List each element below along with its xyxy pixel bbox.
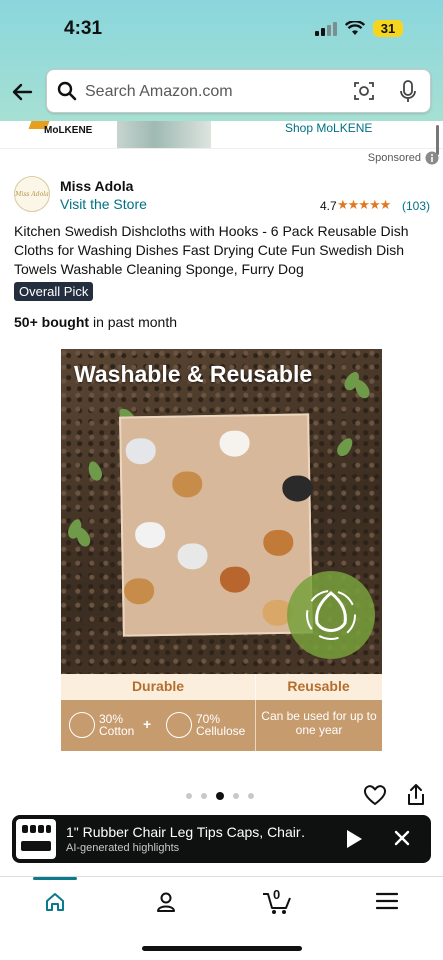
feature-bar: Durable Reusable 30% Cotton + 70% Cellul… (61, 674, 382, 751)
player-thumbnail (16, 819, 56, 859)
status-time: 4:31 (64, 18, 103, 39)
bought-count: 50+ bought in past month (14, 314, 177, 330)
info-icon[interactable] (425, 151, 439, 165)
rating-count-link[interactable]: (103) (402, 199, 430, 213)
dishcloth-illustration (119, 413, 313, 637)
product-title[interactable]: Kitchen Swedish Dishcloths with Hooks - … (14, 222, 414, 279)
dog-illustration (177, 543, 208, 570)
dog-illustration (263, 529, 294, 557)
banner-image (117, 121, 211, 148)
reuse-duration-text: Can be used for up to one year (261, 709, 377, 737)
sponsored-label: Sponsored (367, 152, 421, 164)
home-indicator (142, 946, 302, 951)
dog-illustration (282, 475, 313, 502)
banner-shop-link[interactable]: Shop MoLKENE (285, 121, 372, 135)
store-name: Miss Adola (60, 178, 134, 194)
visit-store-link[interactable]: Visit the Store (60, 196, 147, 212)
dog-illustration (125, 438, 156, 465)
recycle-icon (306, 590, 356, 640)
share-icon[interactable] (405, 783, 427, 807)
nav-active-indicator (33, 877, 77, 880)
player-subtitle: AI-generated highlights (66, 842, 180, 854)
search-icon (57, 81, 77, 101)
wifi-icon (345, 21, 365, 35)
heart-icon[interactable] (363, 784, 387, 806)
plus-sign: + (143, 716, 152, 732)
store-logo[interactable]: Miss Adola (14, 176, 50, 212)
microphone-icon[interactable] (399, 80, 417, 104)
signal-icon (315, 21, 337, 36)
cotton-icon (69, 712, 95, 738)
dog-illustration (134, 521, 166, 549)
cellulose-label: Cellulose (196, 724, 246, 738)
feature-durable: Durable (131, 678, 185, 694)
status-icons: 31 (315, 20, 403, 37)
cotton-label: Cotton (99, 724, 135, 738)
product-image[interactable]: Washable & Reusable Durable Reusable 30%… (61, 349, 382, 751)
cellulose-icon (166, 712, 192, 738)
bought-count-bold: 50+ bought (14, 314, 90, 330)
store-logo-text: Miss Adola (15, 190, 49, 198)
carousel-dots[interactable] (186, 792, 254, 800)
search-input[interactable]: Search Amazon.com (46, 69, 431, 113)
carousel-dot[interactable] (233, 793, 239, 799)
play-icon[interactable] (345, 829, 363, 849)
dog-illustration (123, 578, 155, 605)
eco-badge (287, 571, 375, 659)
video-mini-player[interactable]: 1" Rubber Chair Leg Tips Caps, Chair… AI… (12, 815, 431, 863)
carousel-dot[interactable] (248, 793, 254, 799)
dog-illustration (219, 430, 250, 457)
image-headline: Washable & Reusable (74, 361, 313, 387)
feature-reusable: Reusable (287, 678, 350, 694)
app-header: 4:31 31 Search Amazon.com (0, 0, 443, 121)
menu-icon[interactable] (376, 891, 398, 911)
carousel-dot[interactable] (186, 793, 192, 799)
bought-count-rest: in past month (89, 314, 177, 330)
back-arrow-icon[interactable] (10, 80, 34, 104)
camera-icon[interactable] (353, 80, 375, 102)
dog-illustration (172, 471, 203, 498)
chair-tips-thumbnail-icon (21, 825, 51, 851)
home-icon[interactable] (44, 891, 66, 913)
carousel-dot[interactable] (201, 793, 207, 799)
star-rating-icon[interactable]: ★★★★★ (337, 197, 391, 213)
account-icon[interactable] (155, 891, 177, 913)
rating-value: 4.7 (320, 199, 337, 213)
dog-illustration (219, 566, 251, 593)
search-placeholder: Search Amazon.com (85, 83, 233, 100)
banner-brand: MoLKENE (44, 125, 93, 136)
overall-pick-badge: Overall Pick (14, 282, 94, 301)
cart-icon[interactable] (262, 891, 292, 915)
close-icon[interactable] (394, 830, 410, 846)
sponsored-banner[interactable]: MoLKENE Shop MoLKENE (0, 121, 443, 149)
battery-indicator: 31 (373, 20, 403, 37)
player-title[interactable]: 1" Rubber Chair Leg Tips Caps, Chair… (66, 824, 306, 840)
carousel-dot[interactable] (216, 792, 224, 800)
